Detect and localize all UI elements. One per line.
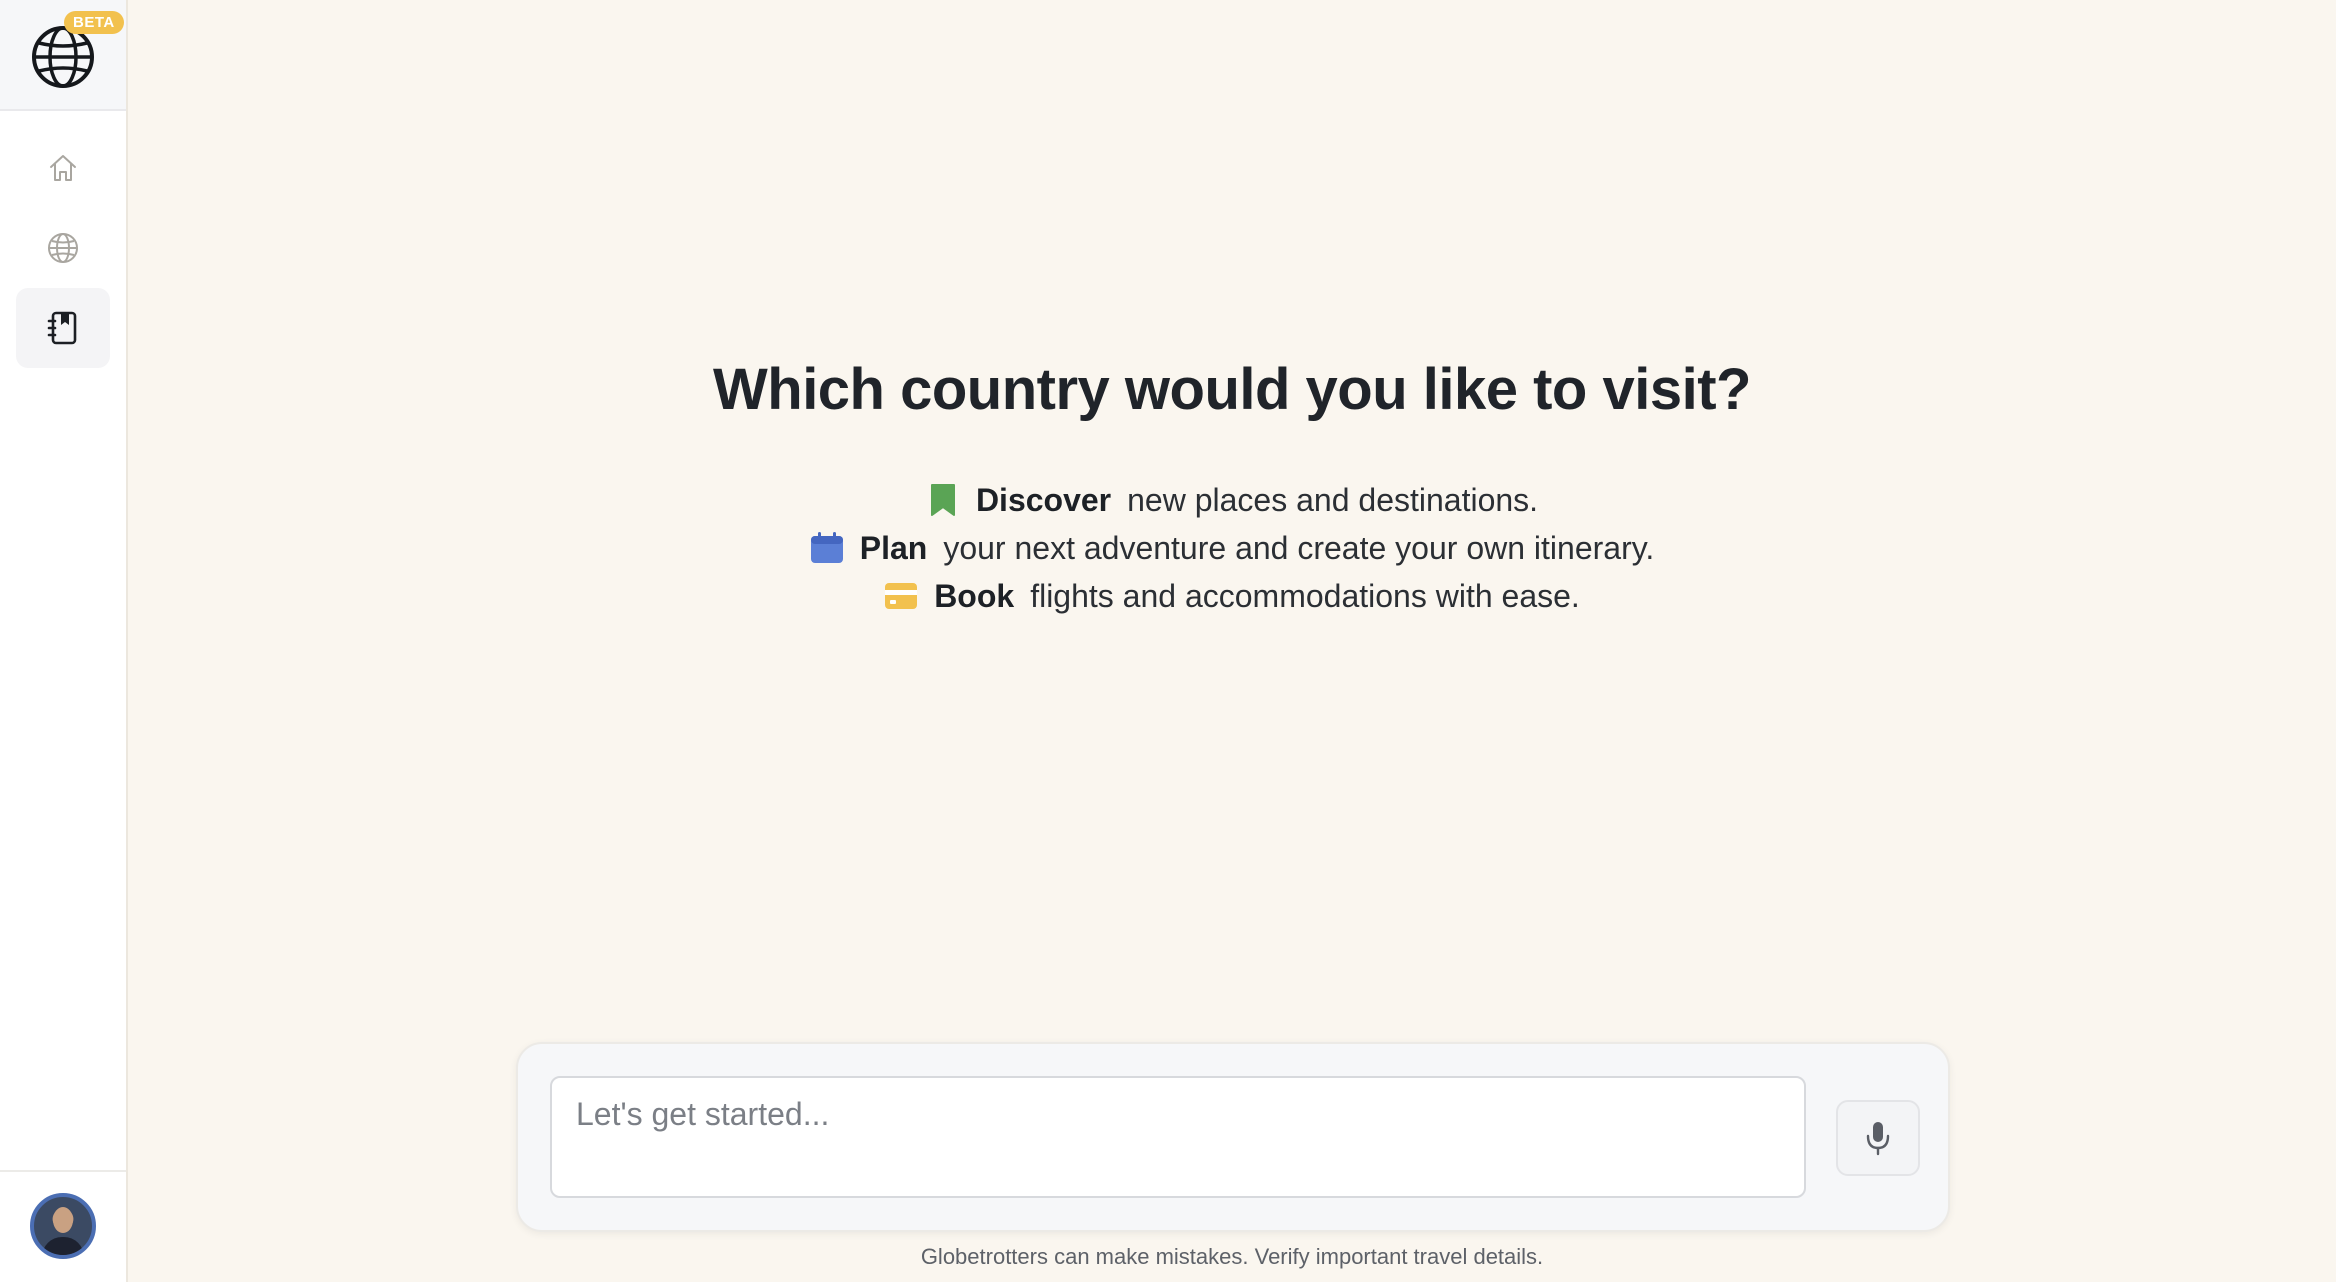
feature-text: new places and destinations.	[1127, 481, 1539, 518]
logo-area[interactable]: BETA	[0, 0, 126, 111]
calendar-icon	[810, 531, 844, 565]
feature-discover: Discover new places and destinations.	[926, 476, 1538, 524]
avatar-head	[53, 1207, 73, 1233]
feature-word: Plan	[859, 529, 928, 566]
feature-word: Discover	[975, 481, 1112, 518]
feature-word: Book	[934, 577, 1015, 614]
disclaimer: Globetrotters can make mistakes. Verify …	[920, 1244, 1544, 1269]
app-root: BETA Which country would you like to vis…	[0, 0, 2336, 1282]
globe-icon	[48, 233, 78, 263]
feature-text: your next adventure and create your own …	[943, 529, 1655, 566]
feature-book: Book flights and accommodations with eas…	[884, 572, 1580, 620]
bookmark-icon	[926, 483, 960, 517]
feature-text: flights and accommodations with ease.	[1030, 577, 1580, 614]
prompt-input[interactable]	[550, 1076, 1806, 1198]
sidebar-item-home[interactable]	[16, 128, 110, 208]
journal-icon	[47, 311, 77, 345]
composer	[516, 1042, 1950, 1232]
microphone-icon	[1866, 1122, 1890, 1156]
sidebar-item-explore[interactable]	[16, 208, 110, 288]
avatar-shoulders	[42, 1237, 84, 1255]
sidebar: BETA	[0, 0, 128, 1282]
mic-button[interactable]	[1836, 1100, 1920, 1176]
sidebar-divider	[0, 1170, 126, 1172]
feature-list: Discover new places and destinations. Pl…	[128, 476, 2336, 620]
beta-badge: BETA	[64, 11, 124, 34]
page-title: Which country would you like to visit?	[713, 357, 1751, 422]
feature-plan: Plan your next adventure and create your…	[810, 524, 1654, 572]
sidebar-item-journal[interactable]	[16, 288, 110, 368]
home-icon	[50, 155, 76, 181]
credit-card-icon	[884, 579, 918, 613]
avatar[interactable]	[30, 1193, 96, 1259]
